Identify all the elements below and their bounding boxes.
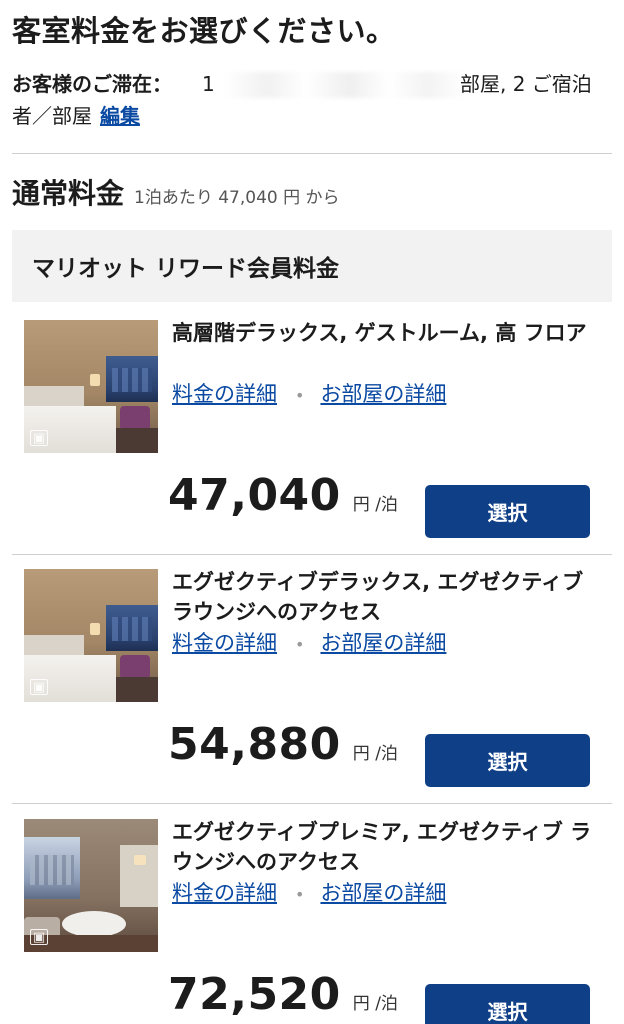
select-room-button[interactable]: 選択	[425, 485, 590, 538]
select-room-button[interactable]: 選択	[425, 734, 590, 787]
divider	[12, 153, 612, 154]
room-card: ▣ エグゼクティブデラックス, エグゼクティブ ラウンジへのアクセス 料金の詳細…	[0, 551, 624, 801]
price-amount: 54,880	[168, 719, 341, 770]
edit-stay-link[interactable]: 編集	[100, 104, 140, 128]
room-details-link[interactable]: お部屋の詳細	[320, 382, 446, 406]
room-price: 47,040 円 /泊	[168, 470, 398, 521]
redacted-dates	[224, 72, 466, 98]
price-amount: 72,520	[168, 969, 341, 1020]
separator-dot: •	[295, 635, 305, 654]
room-links: 料金の詳細 • お部屋の詳細	[172, 878, 446, 910]
rate-details-link[interactable]: 料金の詳細	[172, 631, 277, 655]
image-gallery-icon: ▣	[30, 929, 48, 945]
room-details-link[interactable]: お部屋の詳細	[320, 631, 446, 655]
room-details-link[interactable]: お部屋の詳細	[320, 881, 446, 905]
room-name: エグゼクティブプレミア, エグゼクティブ ラウンジへのアクセス	[172, 820, 592, 874]
regular-rate-title: 通常料金	[12, 177, 125, 210]
regular-rate-subtitle: 1泊あたり 47,040 円 から	[134, 188, 340, 208]
rate-details-link[interactable]: 料金の詳細	[172, 382, 277, 406]
member-rate-section-header: マリオット リワード会員料金	[12, 230, 612, 302]
room-photo[interactable]: ▣	[24, 320, 158, 453]
page-title: 客室料金をお選びください。	[12, 14, 396, 48]
member-rate-label: マリオット リワード会員料金	[32, 256, 340, 282]
rate-details-link[interactable]: 料金の詳細	[172, 881, 277, 905]
stay-label: お客様のご滞在：	[12, 72, 172, 96]
room-price: 54,880 円 /泊	[168, 719, 398, 770]
rate-selection-page: 客室料金をお選びください。 お客様のご滞在： 1 部屋, 2 ご宿泊 者／部屋編…	[0, 0, 624, 1024]
image-gallery-icon: ▣	[30, 679, 48, 695]
room-photo[interactable]: ▣	[24, 819, 158, 952]
stay-per-room: 者／部屋	[12, 104, 92, 128]
room-name: 高層階デラックス, ゲストルーム, 高 フロア	[172, 321, 587, 345]
stay-summary-line-2: 者／部屋 編集	[12, 100, 616, 132]
stay-rooms-guests: 部屋, 2 ご宿泊	[460, 72, 592, 96]
image-gallery-icon: ▣	[30, 430, 48, 446]
price-unit: 円 /泊	[352, 994, 398, 1014]
regular-rate-heading: 通常料金 1泊あたり 47,040 円 から	[12, 172, 340, 212]
price-amount: 47,040	[168, 470, 341, 521]
stay-summary-line-1: お客様のご滞在： 1 部屋, 2 ご宿泊	[12, 68, 616, 100]
price-unit: 円 /泊	[352, 495, 398, 515]
room-links: 料金の詳細 • お部屋の詳細	[172, 628, 446, 660]
stay-dates-value: 1	[202, 72, 215, 96]
room-card: ▣ エグゼクティブプレミア, エグゼクティブ ラウンジへのアクセス 料金の詳細 •…	[0, 801, 624, 1024]
room-card: ▣ 高層階デラックス, ゲストルーム, 高 フロア 料金の詳細 • お部屋の詳細 4…	[0, 302, 624, 552]
price-unit: 円 /泊	[352, 744, 398, 764]
room-name: エグゼクティブデラックス, エグゼクティブ ラウンジへのアクセス	[172, 570, 584, 624]
room-photo[interactable]: ▣	[24, 569, 158, 702]
select-room-button[interactable]: 選択	[425, 984, 590, 1024]
room-price: 72,520 円 /泊	[168, 969, 398, 1020]
stay-summary: お客様のご滞在： 1 部屋, 2 ご宿泊 者／部屋 編集	[12, 68, 616, 132]
separator-dot: •	[295, 885, 305, 904]
separator-dot: •	[295, 386, 305, 405]
room-links: 料金の詳細 • お部屋の詳細	[172, 379, 446, 411]
